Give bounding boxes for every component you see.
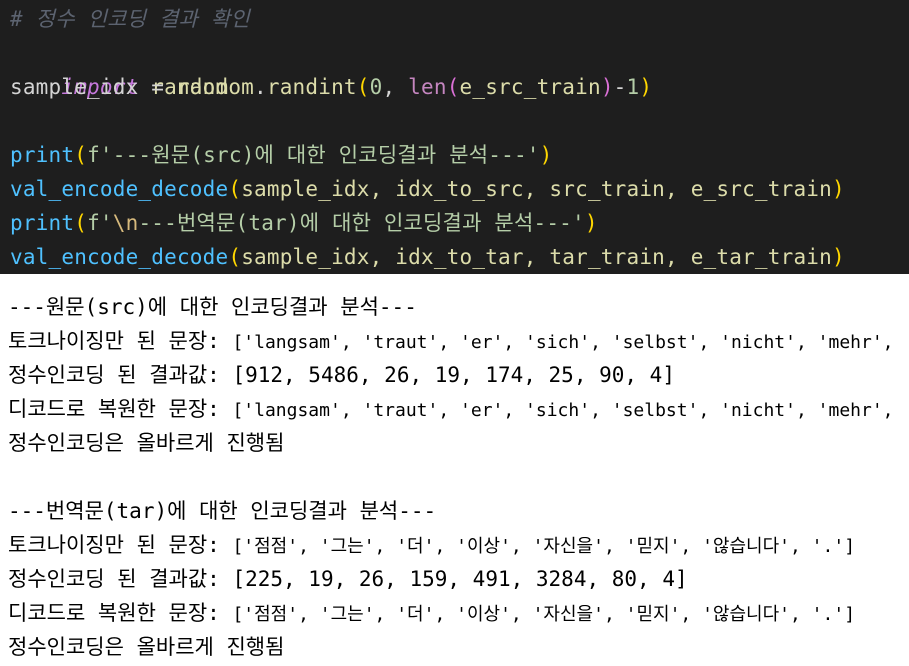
tar-encoded-line: 정수인코딩 된 결과값: [225, 19, 26, 159, 491, 328… [8,562,688,596]
fn-val-encode-decode: val_encode_decode [10,245,229,269]
label: 디코드로 복원한 문장: [8,397,233,421]
minus: - [613,75,627,99]
paren: ) [539,143,553,167]
tar-decoded-line: 디코드로 복원한 문장: ['점점', '그는', '더', '이상', '자신… [8,596,855,630]
output-area: ---원문(src)에 대한 인코딩결과 분석--- 토크나이징만 된 문장: … [0,274,909,666]
code-line-import: import random [10,36,228,99]
paren: ( [356,75,370,99]
escape-newline: \n [112,211,139,235]
builtin-len: len [408,75,447,99]
var-sample-idx: sample_idx [10,75,139,99]
num-zero: 0 [369,75,383,99]
paren: ) [639,75,653,99]
tar-tokenized-line: 토크나이징만 된 문장: ['점점', '그는', '더', '이상', '자신… [8,528,855,562]
label: 정수인코딩 된 결과값: [8,567,233,591]
fstring: f'---원문(src)에 대한 인코딩결과 분석---' [87,143,540,167]
module-ref: random [176,75,255,99]
fstring: ---번역문(tar)에 대한 인코딩결과 분석---' [138,211,585,235]
fn-randint: randint [266,75,357,99]
label: 토크나이징만 된 문장: [8,329,233,353]
paren: ( [228,245,242,269]
value: ['langsam', 'traut', 'er', 'sich', 'selb… [232,332,909,353]
code-line-print-tar: print(f'\n---번역문(tar)에 대한 인코딩결과 분석---') [10,206,598,240]
src-ok-message: 정수인코딩은 올바르게 진행됨 [8,431,285,455]
value: ['langsam', 'traut', 'er', 'sich', 'selb… [232,400,909,421]
fn-print: print [10,211,75,235]
paren: ) [831,245,845,269]
paren: ) [600,75,614,99]
code-line-val-tar: val_encode_decode(sample_idx, idx_to_tar… [10,240,845,274]
value: [225, 19, 26, 159, 491, 3284, 80, 4] [232,567,688,591]
src-encoded-line: 정수인코딩 된 결과값: [912, 5486, 26, 19, 174, 25… [8,358,675,392]
paren: ) [831,177,845,201]
tar-header: ---번역문(tar)에 대한 인코딩결과 분석--- [8,499,437,523]
comma: , [382,75,409,99]
label: 정수인코딩 된 결과값: [8,363,233,387]
label: 디코드로 복원한 문장: [8,601,233,625]
value: ['점점', '그는', '더', '이상', '자신을', '믿지', '않습… [232,604,856,625]
assign-op: = [138,75,177,99]
num-one: 1 [626,75,640,99]
arg-e-src-train: e_src_train [459,75,601,99]
args: sample_idx, idx_to_tar, tar_train, e_tar… [241,245,832,269]
dot: . [254,75,267,99]
paren: ( [228,177,242,201]
code-line-sample: sample_idx = random.randint(0, len(e_src… [10,70,652,104]
fn-print: print [10,143,75,167]
paren: ( [74,143,88,167]
label: 토크나이징만 된 문장: [8,533,233,557]
code-line-val-src: val_encode_decode(sample_idx, idx_to_src… [10,172,845,206]
code-line-print-src: print(f'---원문(src)에 대한 인코딩결과 분석---') [10,138,552,172]
args: sample_idx, idx_to_src, src_train, e_src… [241,177,832,201]
paren: ) [584,211,598,235]
value: ['점점', '그는', '더', '이상', '자신을', '믿지', '않습… [232,536,856,557]
fn-val-encode-decode: val_encode_decode [10,177,229,201]
src-header: ---원문(src)에 대한 인코딩결과 분석--- [8,295,417,319]
tar-ok-message: 정수인코딩은 올바르게 진행됨 [8,635,285,659]
value: [912, 5486, 26, 19, 174, 25, 90, 4] [232,363,675,387]
paren: ( [446,75,460,99]
code-cell[interactable]: # 정수 인코딩 결과 확인 import random sample_idx … [0,0,909,274]
fstring-prefix: f' [87,211,113,235]
src-tokenized-line: 토크나이징만 된 문장: ['langsam', 'traut', 'er', … [8,324,909,358]
code-comment: # 정수 인코딩 결과 확인 [10,7,250,31]
paren: ( [74,211,88,235]
src-decoded-line: 디코드로 복원한 문장: ['langsam', 'traut', 'er', … [8,392,909,426]
